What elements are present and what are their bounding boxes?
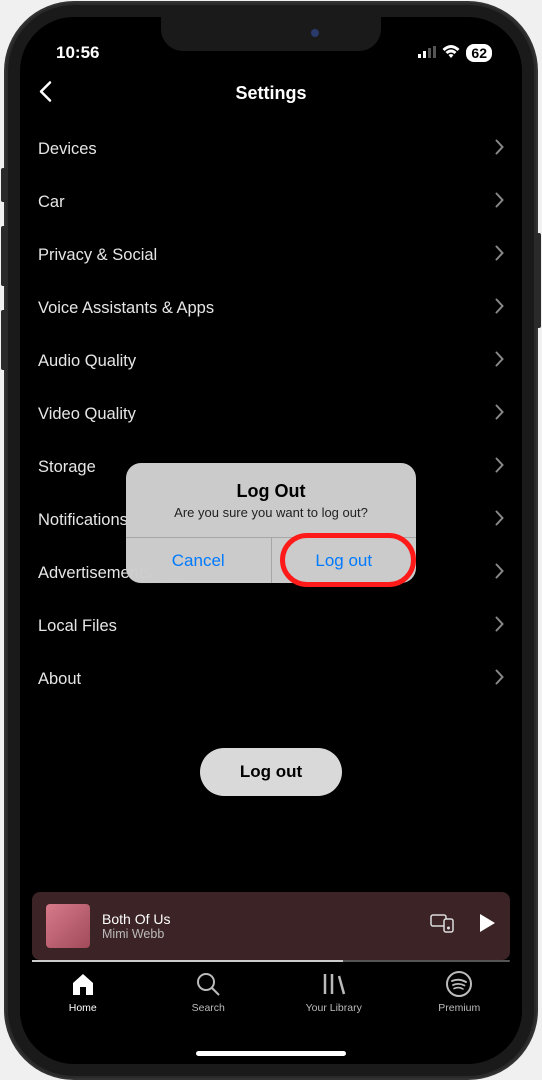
nav-label: Search	[192, 1002, 225, 1014]
dialog-message: Are you sure you want to log out?	[142, 505, 400, 522]
settings-item-voice[interactable]: Voice Assistants & Apps	[38, 282, 504, 335]
list-item-label: Privacy & Social	[38, 246, 157, 265]
list-item-label: Audio Quality	[38, 352, 136, 371]
list-item-label: Voice Assistants & Apps	[38, 299, 214, 318]
chevron-right-icon	[495, 563, 504, 584]
chevron-right-icon	[495, 298, 504, 319]
library-icon	[320, 970, 348, 998]
album-art	[46, 904, 90, 948]
settings-item-devices[interactable]: Devices	[38, 123, 504, 176]
settings-item-local-files[interactable]: Local Files	[38, 600, 504, 653]
nav-search[interactable]: Search	[146, 970, 272, 1014]
devices-icon[interactable]	[430, 913, 454, 938]
playback-progress[interactable]	[32, 960, 510, 962]
chevron-right-icon	[495, 669, 504, 690]
home-indicator[interactable]	[196, 1051, 346, 1056]
list-item-label: Video Quality	[38, 405, 136, 424]
track-title: Both Of Us	[102, 911, 418, 927]
track-info: Both Of Us Mimi Webb	[102, 911, 418, 941]
list-item-label: Notifications	[38, 511, 128, 530]
cancel-button[interactable]: Cancel	[126, 538, 272, 583]
list-item-label: Storage	[38, 458, 96, 477]
search-icon	[194, 970, 222, 998]
nav-library[interactable]: Your Library	[271, 970, 397, 1014]
settings-item-audio-quality[interactable]: Audio Quality	[38, 335, 504, 388]
chevron-right-icon	[495, 616, 504, 637]
list-item-label: Local Files	[38, 617, 117, 636]
confirm-logout-button[interactable]: Log out	[272, 538, 417, 583]
battery-badge: 62	[466, 44, 492, 62]
chevron-right-icon	[495, 139, 504, 160]
nav-home[interactable]: Home	[20, 970, 146, 1014]
settings-item-about[interactable]: About	[38, 653, 504, 706]
logout-button[interactable]: Log out	[200, 748, 342, 796]
bottom-nav: Home Search Your Library Premium	[20, 962, 522, 1044]
nav-label: Home	[69, 1002, 97, 1014]
page-title: Settings	[235, 83, 306, 104]
header: Settings	[20, 65, 522, 123]
settings-item-video-quality[interactable]: Video Quality	[38, 388, 504, 441]
play-icon[interactable]	[478, 913, 496, 938]
chevron-right-icon	[495, 245, 504, 266]
chevron-right-icon	[495, 351, 504, 372]
nav-label: Premium	[438, 1002, 480, 1014]
track-artist: Mimi Webb	[102, 927, 418, 941]
nav-premium[interactable]: Premium	[397, 970, 523, 1014]
status-time: 10:56	[56, 43, 99, 63]
chevron-right-icon	[495, 457, 504, 478]
list-item-label: Car	[38, 193, 65, 212]
wifi-icon	[442, 43, 460, 63]
settings-content: Devices Car Privacy & Social Voice Assis…	[20, 123, 522, 892]
logout-confirm-dialog: Log Out Are you sure you want to log out…	[126, 463, 416, 584]
chevron-right-icon	[495, 192, 504, 213]
settings-item-car[interactable]: Car	[38, 176, 504, 229]
now-playing-bar[interactable]: Both Of Us Mimi Webb	[32, 892, 510, 960]
back-button[interactable]	[38, 80, 52, 107]
signal-icon	[418, 43, 436, 63]
spotify-icon	[445, 970, 473, 998]
chevron-right-icon	[495, 510, 504, 531]
list-item-label: Devices	[38, 140, 97, 159]
chevron-right-icon	[495, 404, 504, 425]
list-item-label: About	[38, 670, 81, 689]
dialog-title: Log Out	[142, 481, 400, 502]
nav-label: Your Library	[306, 1002, 362, 1014]
settings-item-privacy[interactable]: Privacy & Social	[38, 229, 504, 282]
phone-frame: 10:56 62 Settings Devices	[6, 3, 536, 1078]
phone-screen: 10:56 62 Settings Devices	[20, 17, 522, 1064]
home-icon	[69, 970, 97, 998]
notch	[161, 17, 381, 51]
